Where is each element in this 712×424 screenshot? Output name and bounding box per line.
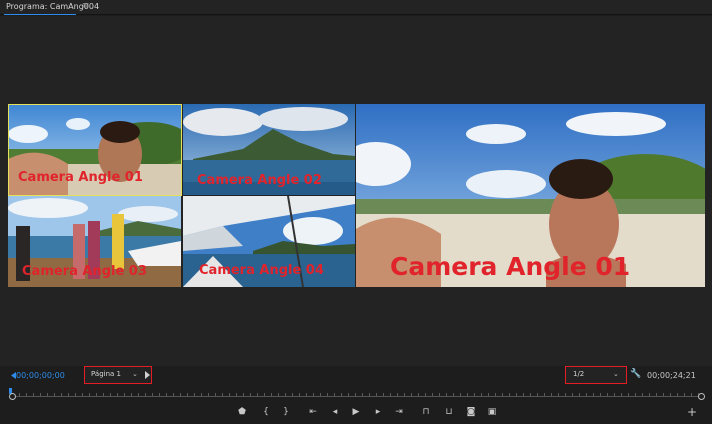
wrench-settings-icon[interactable]: 🔧 bbox=[630, 369, 641, 379]
playhead-timecode[interactable]: 00;00;00;00 bbox=[16, 371, 65, 380]
camera-2-view[interactable]: Camera Angle 02 bbox=[183, 104, 355, 195]
page-select[interactable]: Página 1 ⌄ bbox=[84, 366, 152, 384]
page-select-value: Página 1 bbox=[91, 370, 121, 378]
button-editor-icon[interactable]: + bbox=[686, 404, 698, 420]
camera-3-view[interactable]: Camera Angle 03 bbox=[8, 196, 181, 287]
active-tab-indicator bbox=[4, 14, 76, 15]
program-monitor: Camera Angle 01 bbox=[356, 104, 705, 287]
step-forward-icon[interactable]: ▸ bbox=[371, 404, 385, 420]
camera-1-view[interactable]: Camera Angle 01 bbox=[8, 104, 181, 195]
hamburger-icon[interactable]: ≡ bbox=[82, 1, 90, 11]
duration-timecode: 00;00;24;21 bbox=[647, 371, 696, 380]
camera-4-view[interactable]: Camera Angle 04 bbox=[183, 196, 355, 287]
chevron-down-icon: ⌄ bbox=[613, 370, 619, 378]
camera-1-label: Camera Angle 01 bbox=[18, 170, 143, 185]
go-to-out-icon[interactable]: ⇥ bbox=[392, 404, 406, 420]
multicam-grid: Camera Angle 01 Camera Angle 02 Camera A… bbox=[8, 104, 355, 287]
step-back-icon[interactable]: ◂ bbox=[328, 404, 342, 420]
mark-out-icon[interactable]: } bbox=[279, 404, 293, 420]
next-page-icon[interactable] bbox=[145, 371, 150, 379]
lift-icon[interactable]: ⊓ bbox=[419, 404, 433, 420]
chevron-down-icon: ⌄ bbox=[132, 370, 138, 378]
resolution-select-value: 1/2 bbox=[573, 370, 585, 378]
transport-controls: ⬟ { } ⇤ ◂ ▶ ▸ ⇥ ⊓ ⊔ ◙ ▣ bbox=[0, 404, 712, 420]
zoom-handle-right-icon[interactable] bbox=[698, 393, 705, 400]
extract-icon[interactable]: ⊔ bbox=[442, 404, 456, 420]
export-frame-icon[interactable]: ◙ bbox=[464, 404, 478, 420]
ruler-baseline bbox=[12, 396, 702, 397]
mark-in-icon[interactable]: { bbox=[259, 404, 273, 420]
camera-3-label: Camera Angle 03 bbox=[22, 264, 147, 279]
panel-header: Programa: CamAng004 ≡ bbox=[0, 0, 712, 15]
add-marker-icon[interactable]: ⬟ bbox=[235, 404, 249, 420]
multicam-toggle-icon[interactable]: ▣ bbox=[485, 404, 499, 420]
play-icon[interactable]: ▶ bbox=[349, 404, 363, 420]
resolution-select[interactable]: 1/2 ⌄ bbox=[565, 366, 627, 384]
zoom-handle-left-icon[interactable] bbox=[9, 393, 16, 400]
go-to-in-icon[interactable]: ⇤ bbox=[306, 404, 320, 420]
time-ruler[interactable] bbox=[8, 388, 706, 400]
program-camera-label: Camera Angle 01 bbox=[390, 252, 631, 281]
camera-2-label: Camera Angle 02 bbox=[197, 173, 322, 188]
camera-4-label: Camera Angle 04 bbox=[199, 263, 324, 278]
